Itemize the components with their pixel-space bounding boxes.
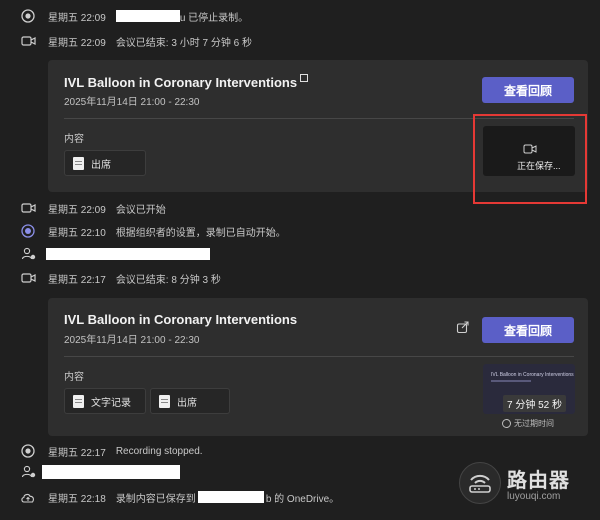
feed-row-meeting-ended: 星期五 22:09 会议已结束: 3 小时 7 分钟 6 秒 <box>20 31 252 51</box>
meeting-title[interactable]: IVL Balloon in Coronary Interventions <box>64 312 297 327</box>
record-icon <box>20 223 36 239</box>
redacted-name <box>42 465 180 479</box>
external-link-icon <box>300 74 309 82</box>
timestamp: 星期五 22:09 <box>48 37 106 49</box>
view-recap-button[interactable]: 查看回顾 <box>482 317 574 343</box>
view-recap-button[interactable]: 查看回顾 <box>482 77 574 103</box>
meeting-datetime: 2025年11月14日 21:00 - 22:30 <box>64 97 200 108</box>
red-highlight-box <box>473 114 587 204</box>
feed-row-recording-stopped: 星期五 22:09 u 已停止录制。 <box>20 6 248 26</box>
attendance-label: 出席 <box>177 397 197 409</box>
feed-text: 会议已结束: 3 小时 7 分钟 6 秒 <box>115 37 252 49</box>
meeting-recap-card: IVL Balloon in Coronary Interventions 20… <box>48 298 588 436</box>
timestamp: 星期五 22:17 <box>48 447 106 459</box>
expiry-label: 无过期时间 <box>514 419 554 428</box>
feed-text: 会议已开始 <box>115 204 166 216</box>
people-icon <box>20 246 36 262</box>
feed-text: 会议已结束: 8 分钟 3 秒 <box>115 274 221 286</box>
feed-text: u 已停止录制。 <box>179 12 249 24</box>
document-icon <box>159 394 170 408</box>
recording-thumbnail[interactable]: IVL Balloon in Coronary Interventions 7 … <box>483 364 575 414</box>
feed-row-participant <box>20 244 210 264</box>
people-icon <box>20 464 36 480</box>
attendance-label: 出席 <box>91 159 111 171</box>
content-label: 内容 <box>64 372 84 383</box>
video-camera-icon <box>20 33 36 49</box>
transcript-label: 文字记录 <box>91 397 131 409</box>
router-logo-icon <box>459 462 501 504</box>
share-icon[interactable] <box>456 320 470 339</box>
watermark: 路由器 luyouqi.com <box>459 462 570 504</box>
record-stop-icon <box>20 443 36 459</box>
record-stop-icon <box>20 8 36 24</box>
feed-row-recording-stopped: 星期五 22:17 Recording stopped. <box>20 441 203 461</box>
feed-row-meeting-ended: 星期五 22:17 会议已结束: 8 分钟 3 秒 <box>20 268 221 288</box>
cloud-upload-icon <box>20 489 36 505</box>
timestamp: 星期五 22:09 <box>48 12 106 24</box>
feed-text: 录制内容已保存到 <box>115 493 196 505</box>
content-label: 内容 <box>64 134 84 145</box>
redacted-name <box>46 248 210 260</box>
clock-icon <box>502 419 511 428</box>
document-icon <box>73 156 84 170</box>
divider <box>64 356 574 357</box>
thumbnail-title: IVL Balloon in Coronary Interventions <box>491 372 574 378</box>
timestamp: 星期五 22:09 <box>48 204 106 216</box>
feed-text: b 的 OneDrive。 <box>265 493 340 505</box>
feed-row-participant <box>20 462 180 482</box>
thumbnail-line <box>491 380 531 382</box>
meeting-datetime: 2025年11月14日 21:00 - 22:30 <box>64 335 200 346</box>
watermark-title: 路由器 <box>507 470 570 492</box>
feed-row-meeting-started: 星期五 22:09 会议已开始 <box>20 198 166 218</box>
timestamp: 星期五 22:17 <box>48 274 106 286</box>
timestamp: 星期五 22:18 <box>48 493 106 505</box>
document-icon <box>73 394 84 408</box>
recording-duration: 7 分钟 52 秒 <box>503 395 567 412</box>
feed-row-saved: 星期五 22:18 录制内容已保存到 b 的 OneDrive。 <box>20 487 339 507</box>
video-camera-icon <box>20 270 36 286</box>
video-camera-icon <box>20 200 36 216</box>
feed-text: 根据组织者的设置，录制已自动开始。 <box>115 227 286 239</box>
attendance-chip[interactable]: 出席 <box>150 388 230 414</box>
feed-text: Recording stopped. <box>115 445 203 457</box>
meeting-title[interactable]: IVL Balloon in Coronary Interventions <box>64 74 309 90</box>
feed-row-recording-started: 星期五 22:10 根据组织者的设置，录制已自动开始。 <box>20 221 286 241</box>
redacted-name <box>115 10 180 22</box>
expiry-info: 无过期时间 <box>502 418 554 429</box>
transcript-chip[interactable]: 文字记录 <box>64 388 146 414</box>
attendance-chip[interactable]: 出席 <box>64 150 146 176</box>
redacted-name <box>197 491 264 503</box>
timestamp: 星期五 22:10 <box>48 227 106 239</box>
